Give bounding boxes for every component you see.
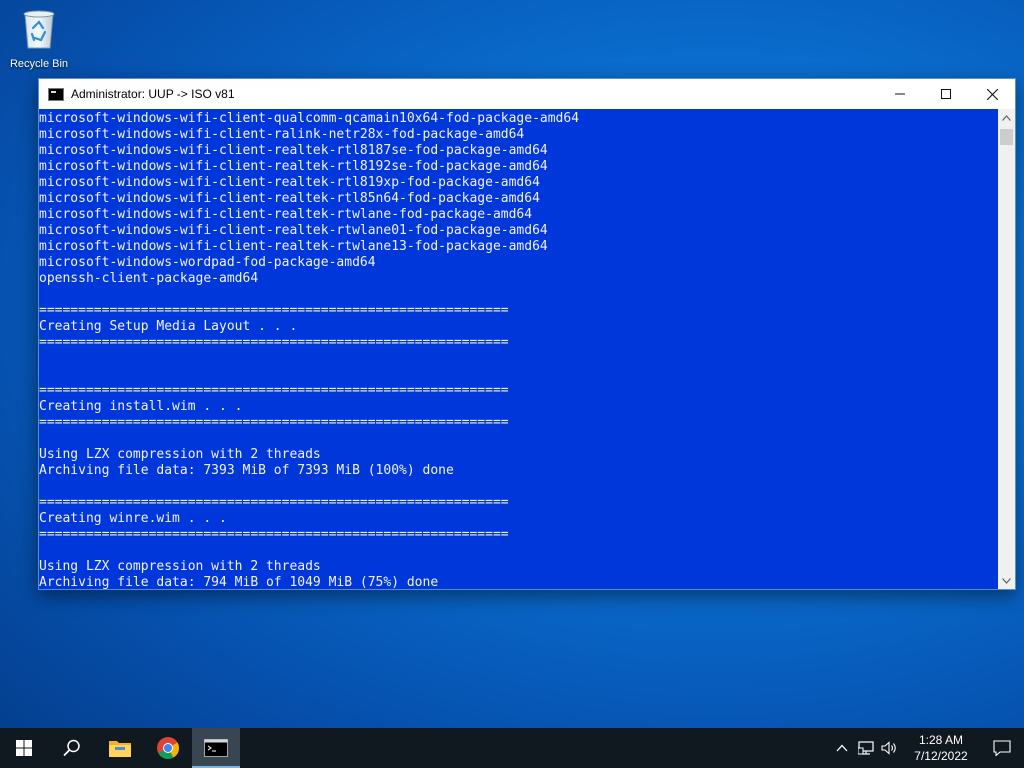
scroll-up-button[interactable] <box>998 109 1015 126</box>
console-window[interactable]: Administrator: UUP -> ISO v81 microsoft-… <box>38 78 1016 590</box>
console-output[interactable]: microsoft-windows-wifi-client-qualcomm-q… <box>39 109 998 589</box>
console-icon <box>204 739 228 757</box>
console-line: microsoft-windows-wifi-client-realtek-rt… <box>39 143 548 158</box>
console-line: Creating install.wim . . . <box>39 399 243 414</box>
console-line: openssh-client-package-amd64 <box>39 271 259 286</box>
chevron-up-icon <box>836 744 848 752</box>
scroll-thumb[interactable] <box>1000 129 1013 145</box>
recycle-bin-icon <box>19 6 59 50</box>
notification-icon <box>993 740 1011 756</box>
minimize-icon <box>895 93 905 95</box>
console-line: Archiving file data: 7393 MiB of 7393 Mi… <box>39 463 454 478</box>
volume-icon <box>881 741 896 755</box>
console-line: Using LZX compression with 2 threads <box>39 447 321 462</box>
clock[interactable]: 1:28 AM 7/12/2022 <box>902 728 980 768</box>
console-line: microsoft-windows-wifi-client-ralink-net… <box>39 127 525 142</box>
windows-logo-icon <box>16 740 32 756</box>
console-line: microsoft-windows-wifi-client-realtek-rt… <box>39 191 540 206</box>
console-line: microsoft-windows-wifi-client-realtek-rt… <box>39 223 548 238</box>
search-icon <box>63 739 80 757</box>
maximize-icon <box>941 89 951 99</box>
network-button[interactable] <box>854 728 878 768</box>
console-icon <box>48 87 64 101</box>
recycle-bin-label: Recycle Bin <box>9 58 69 70</box>
recycle-bin-shortcut[interactable]: Recycle Bin <box>6 6 72 76</box>
clock-time: 1:28 AM <box>918 733 964 747</box>
close-button[interactable] <box>969 79 1015 109</box>
network-icon <box>858 741 874 755</box>
console-line: Creating Setup Media Layout . . . <box>39 319 298 334</box>
chrome-icon <box>157 737 179 759</box>
command-prompt-button[interactable] <box>192 728 240 768</box>
console-line: microsoft-windows-wifi-client-realtek-rt… <box>39 207 533 222</box>
console-line: microsoft-windows-wifi-client-realtek-rt… <box>39 159 548 174</box>
taskbar: 1:28 AM 7/12/2022 <box>0 728 1024 768</box>
system-tray: 1:28 AM 7/12/2022 <box>830 728 1024 768</box>
console-line: Archiving file data: 794 MiB of 1049 MiB… <box>39 575 439 589</box>
console-line: Creating winre.wim . . . <box>39 511 227 526</box>
maximize-button[interactable] <box>923 79 969 109</box>
console-line: microsoft-windows-wifi-client-realtek-rt… <box>39 239 548 254</box>
clock-date: 7/12/2022 <box>914 749 968 763</box>
console-line: ========================================… <box>39 335 509 350</box>
window-title: Administrator: UUP -> ISO v81 <box>71 87 235 101</box>
vertical-scrollbar[interactable] <box>998 109 1015 589</box>
volume-button[interactable] <box>878 728 902 768</box>
action-center-button[interactable] <box>980 728 1024 768</box>
window-controls <box>877 79 1015 109</box>
console-line: microsoft-windows-wifi-client-qualcomm-q… <box>39 111 580 126</box>
close-icon <box>986 88 998 100</box>
start-button[interactable] <box>0 728 48 768</box>
console-line: Using LZX compression with 2 threads <box>39 559 321 574</box>
console-line: microsoft-windows-wifi-client-realtek-rt… <box>39 175 540 190</box>
chrome-button[interactable] <box>144 728 192 768</box>
window-titlebar[interactable]: Administrator: UUP -> ISO v81 <box>39 79 1015 109</box>
show-hidden-icons-button[interactable] <box>830 728 854 768</box>
folder-icon <box>109 741 131 757</box>
file-explorer-button[interactable] <box>96 728 144 768</box>
chevron-up-icon <box>1002 114 1011 121</box>
console-line: ========================================… <box>39 495 509 510</box>
desktop: Recycle Bin Administrator: UUP -> ISO v8… <box>0 0 1024 768</box>
console-line: ========================================… <box>39 527 509 542</box>
console-line: ========================================… <box>39 415 509 430</box>
console-line: microsoft-windows-wordpad-fod-package-am… <box>39 255 376 270</box>
chevron-down-icon <box>1002 577 1011 584</box>
console-text: microsoft-windows-wifi-client-qualcomm-q… <box>39 109 998 589</box>
search-button[interactable] <box>48 728 96 768</box>
console-line: ========================================… <box>39 303 509 318</box>
minimize-button[interactable] <box>877 79 923 109</box>
console-line: ========================================… <box>39 383 509 398</box>
scroll-down-button[interactable] <box>998 572 1015 589</box>
